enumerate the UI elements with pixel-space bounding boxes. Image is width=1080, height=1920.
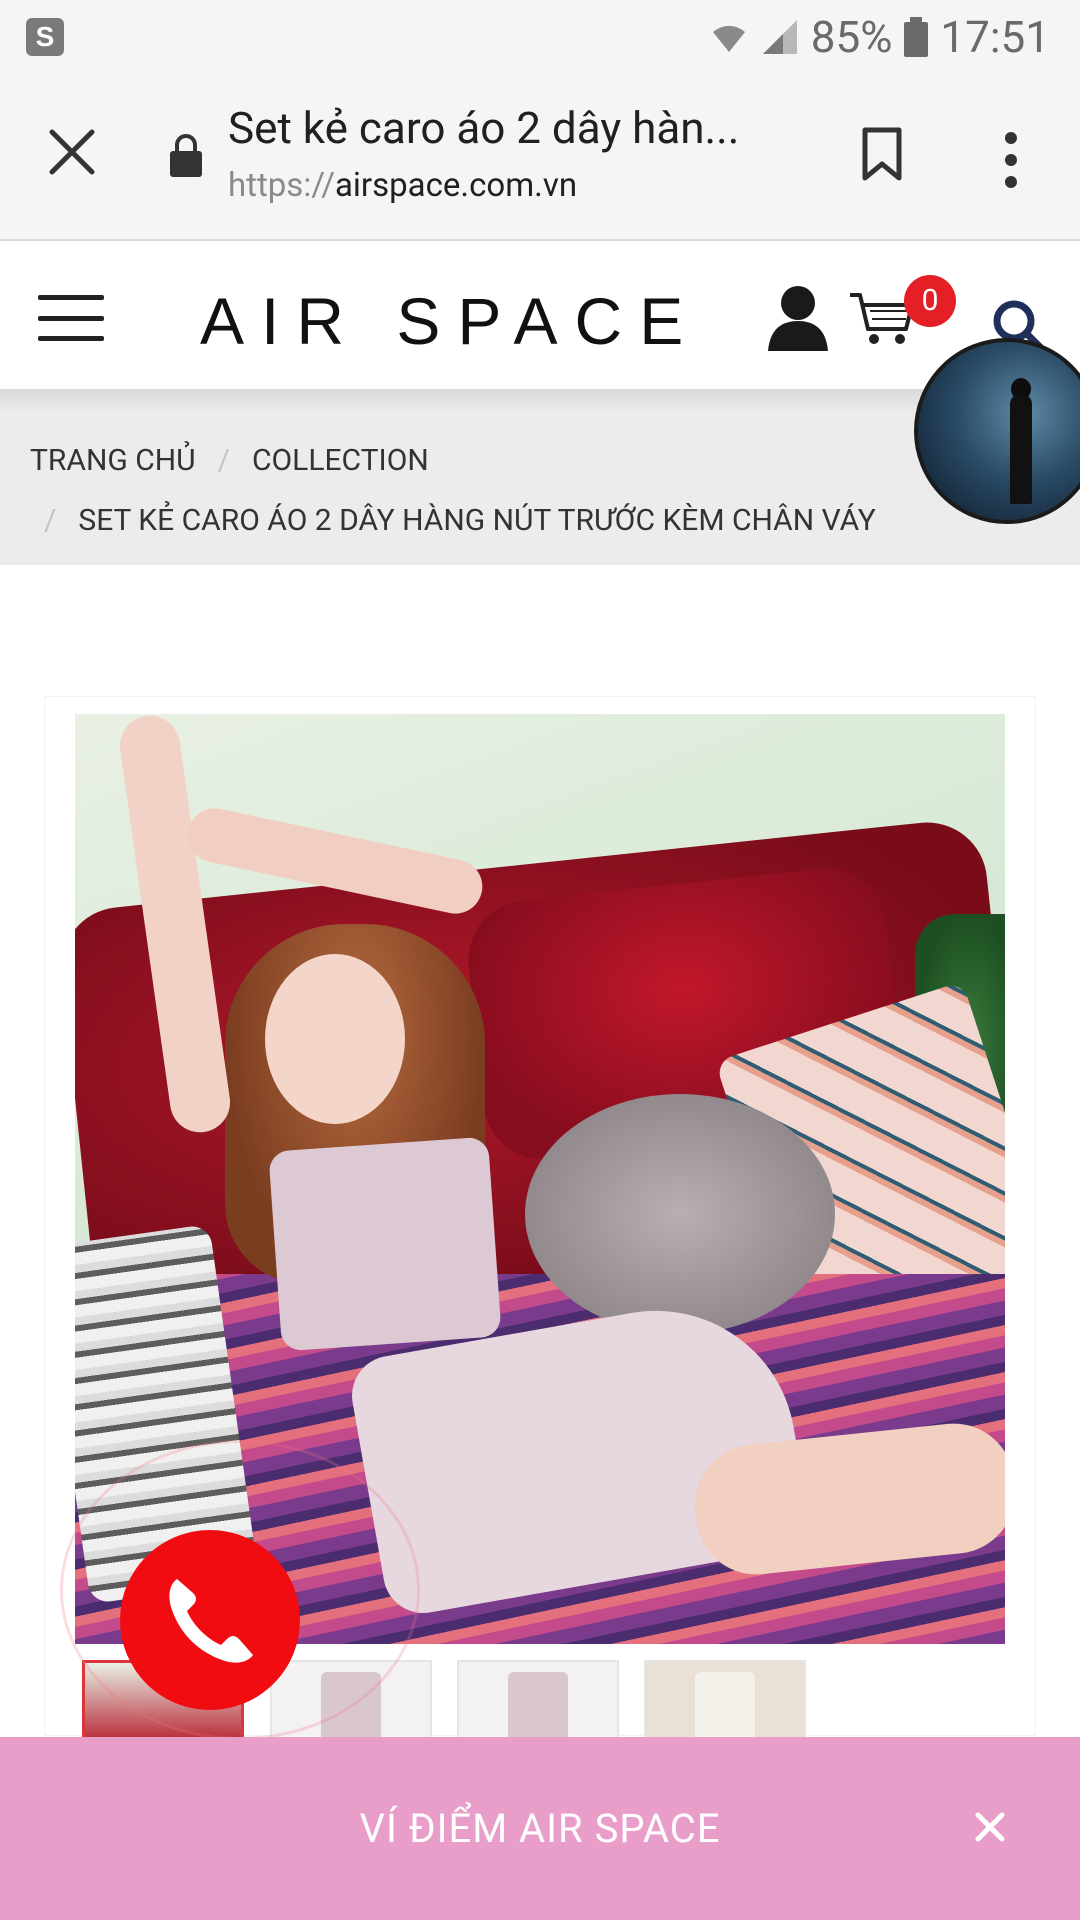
breadcrumb-row: / SET KẺ CARO ÁO 2 DÂY HÀNG NÚT TRƯỚC KÈM… — [44, 503, 876, 538]
call-button[interactable] — [120, 1530, 300, 1710]
breadcrumb-current: SET KẺ CARO ÁO 2 DÂY HÀNG NÚT TRƯỚC KÈM … — [78, 503, 876, 538]
site-header: AIR SPACE 0 — [0, 241, 1080, 389]
url-scheme: https:// — [228, 166, 335, 205]
breadcrumb-collection[interactable]: COLLECTION — [252, 443, 429, 478]
breadcrumb-separator: / — [217, 443, 231, 478]
close-icon[interactable] — [970, 1807, 1010, 1847]
close-tab-icon[interactable] — [44, 124, 100, 180]
cart-count-badge[interactable]: 0 — [904, 275, 956, 327]
breadcrumb-row: TRANG CHỦ / COLLECTION — [30, 443, 429, 478]
url-host: airspace.com.vn — [334, 166, 578, 205]
bookmark-icon[interactable] — [860, 126, 904, 182]
signal-icon — [762, 20, 797, 54]
page-title[interactable]: Set kẻ caro áo 2 dây hàn... — [228, 102, 798, 154]
banner-title[interactable]: VÍ ĐIỂM AIR SPACE — [0, 1737, 1080, 1920]
lock-icon — [170, 134, 202, 177]
status-indicators: 85% 17:51 — [709, 10, 1050, 64]
breadcrumb-home[interactable]: TRANG CHỦ — [30, 443, 196, 478]
site-logo[interactable]: AIR SPACE — [200, 283, 700, 359]
points-wallet-banner[interactable]: VÍ ĐIỂM AIR SPACE — [0, 1737, 1080, 1920]
breadcrumb-separator: / — [44, 503, 57, 538]
browser-toolbar: Set kẻ caro áo 2 dây hàn... https://airs… — [0, 74, 1080, 241]
more-options-icon[interactable] — [998, 130, 1024, 190]
status-bar: S 85% 17:51 — [0, 0, 1080, 74]
user-account-icon[interactable] — [766, 283, 830, 351]
bubble-figure — [1010, 394, 1032, 504]
phone-icon — [169, 1579, 253, 1663]
battery-icon — [904, 17, 929, 57]
clock: 17:51 — [940, 11, 1050, 63]
app-notification-icon: S — [26, 18, 64, 56]
url-display[interactable]: https://airspace.com.vn — [228, 166, 577, 205]
battery-percent: 85% — [810, 11, 893, 63]
menu-icon[interactable] — [38, 295, 104, 341]
wifi-icon — [712, 25, 745, 52]
